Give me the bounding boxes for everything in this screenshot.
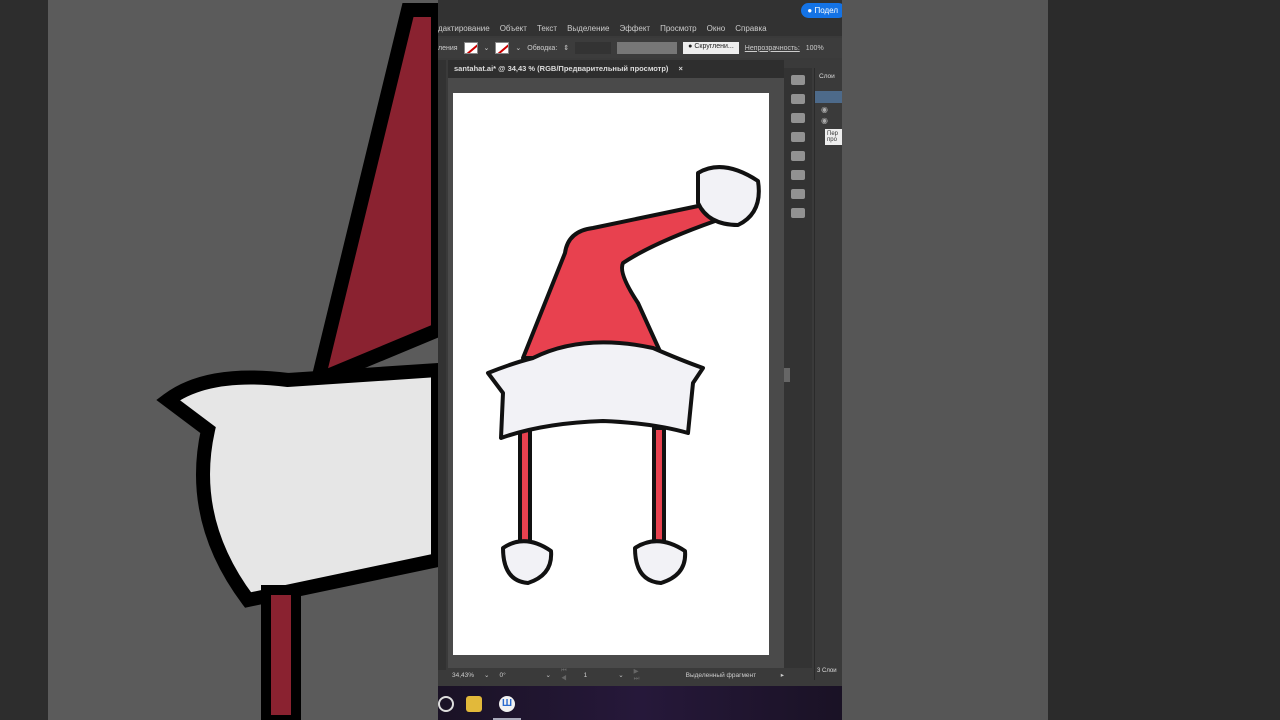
chevron-down-icon[interactable]: ⌄ bbox=[484, 44, 490, 52]
share-label: Подел bbox=[814, 6, 838, 15]
zoom-select[interactable]: 34,43% bbox=[452, 672, 474, 679]
share-button[interactable]: ● Подел bbox=[801, 3, 842, 18]
artboard[interactable] bbox=[453, 93, 769, 655]
menu-effect[interactable]: Эффект bbox=[619, 24, 650, 33]
artboard-nav-prev[interactable]: ⏮ ◀ bbox=[561, 667, 574, 683]
tools-panel[interactable] bbox=[438, 60, 446, 670]
transform-icon[interactable] bbox=[791, 132, 805, 142]
eye-icon[interactable]: ◉ bbox=[815, 103, 842, 116]
artboard-number[interactable]: 1 bbox=[584, 672, 609, 679]
canvas[interactable] bbox=[448, 78, 784, 668]
status-bar: 34,43% ⌄ 0° ⌄ ⏮ ◀ 1 ⌄ ▶ ⏭ Выделенный фрагме… bbox=[448, 667, 784, 683]
taskbar: Ш bbox=[438, 686, 842, 720]
blurred-background-right bbox=[842, 0, 1048, 720]
background-right-edge bbox=[1048, 0, 1280, 720]
control-label: ления bbox=[438, 44, 458, 52]
fill-swatch[interactable] bbox=[463, 42, 478, 54]
menu-object[interactable]: Объект bbox=[500, 24, 527, 33]
stroke-label: Обводка: bbox=[527, 44, 558, 52]
eye-icon[interactable]: ◉ bbox=[815, 116, 842, 125]
color-icon[interactable] bbox=[791, 113, 805, 123]
app-w-icon[interactable]: Ш bbox=[499, 696, 515, 712]
panel-dock bbox=[784, 68, 812, 668]
opacity-label[interactable]: Непрозрачность: bbox=[745, 45, 800, 52]
santa-hat-artwork bbox=[486, 165, 761, 585]
stroke-swatch[interactable] bbox=[495, 42, 510, 54]
layers-title[interactable]: Слои bbox=[815, 68, 842, 85]
close-tab-icon[interactable]: × bbox=[679, 64, 683, 73]
chevron-down-icon[interactable]: ⌄ bbox=[515, 44, 521, 52]
menu-edit[interactable]: дактирование bbox=[438, 24, 490, 33]
menu-select[interactable]: Выделение bbox=[567, 24, 609, 33]
menu-help[interactable]: Справка bbox=[735, 24, 766, 33]
variable-width-select[interactable] bbox=[617, 42, 678, 54]
layer-row-selected[interactable] bbox=[815, 91, 842, 103]
blurred-hat-zoom bbox=[156, 2, 438, 720]
rotation-select[interactable]: 0° bbox=[500, 672, 536, 679]
app-w-letter: Ш bbox=[501, 698, 513, 709]
current-tool-status: Выделенный фрагмент bbox=[685, 671, 757, 679]
background-left-edge bbox=[0, 0, 48, 720]
beer-mug-icon[interactable] bbox=[466, 696, 482, 712]
stroke-stepper[interactable]: ⇕ bbox=[563, 44, 569, 52]
illustrator-window: ● Подел дактирование Объект Текст Выделе… bbox=[438, 0, 842, 686]
menu-window[interactable]: Окно bbox=[707, 24, 726, 33]
blurred-background-left bbox=[48, 0, 438, 720]
opacity-value[interactable]: 100% bbox=[806, 45, 824, 52]
brush-select[interactable]: ● Скруглени... bbox=[683, 42, 739, 54]
gradient-icon[interactable] bbox=[791, 94, 805, 104]
tooltip: Пер про bbox=[825, 129, 842, 145]
symbols-icon[interactable] bbox=[791, 189, 805, 199]
properties-icon[interactable] bbox=[791, 75, 805, 85]
title-bar: ● Подел bbox=[438, 0, 842, 20]
menu-bar: дактирование Объект Текст Выделение Эффе… bbox=[438, 20, 842, 36]
artboard-nav-next[interactable]: ▶ ⏭ bbox=[634, 667, 646, 683]
menu-view[interactable]: Просмотр bbox=[660, 24, 697, 33]
stroke-width-input[interactable] bbox=[575, 42, 612, 54]
pathfinder-icon[interactable] bbox=[791, 170, 805, 180]
layers-count: 3 Слои bbox=[817, 668, 837, 674]
control-bar: ления ⌄ ⌄ Обводка: ⇕ ● Скруглени... Непр… bbox=[438, 38, 842, 58]
search-icon[interactable] bbox=[438, 696, 454, 712]
appearance-icon[interactable] bbox=[791, 208, 805, 218]
scrollbar[interactable] bbox=[784, 368, 790, 382]
status-menu-arrow[interactable]: ▸ bbox=[781, 671, 784, 679]
brush-label: Скруглени... bbox=[694, 43, 734, 50]
document-tab[interactable]: santahat.ai* @ 34,43 % (RGB/Предваритель… bbox=[448, 60, 784, 78]
layers-panel: Слои ◉ ◉ Пер про 3 Слои bbox=[814, 68, 842, 680]
align-icon[interactable] bbox=[791, 151, 805, 161]
document-tab-title: santahat.ai* @ 34,43 % (RGB/Предваритель… bbox=[454, 64, 669, 73]
menu-text[interactable]: Текст bbox=[537, 24, 557, 33]
